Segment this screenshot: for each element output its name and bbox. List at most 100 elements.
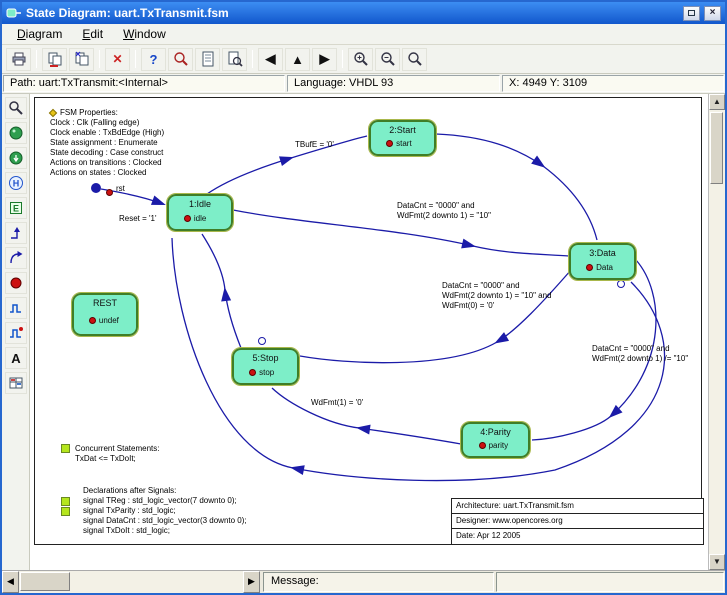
scroll-left-button[interactable]: ◀ bbox=[2, 571, 19, 593]
print-button[interactable] bbox=[6, 48, 31, 71]
state-action-dot bbox=[89, 317, 96, 324]
state-parity[interactable]: 4:Parityparity bbox=[461, 422, 530, 458]
declarations-lines: signal TReg : std_logic_vector(7 downto … bbox=[83, 496, 247, 536]
zoom-in-button[interactable] bbox=[348, 48, 373, 71]
text-line: State assignment : Enumerate bbox=[50, 138, 164, 148]
transition-label[interactable]: DataCnt = "0000" and WdFmt(2 downto 1) =… bbox=[397, 201, 491, 221]
scroll-down-button[interactable]: ▼ bbox=[709, 554, 725, 570]
transition-tool-button[interactable] bbox=[5, 222, 27, 244]
hierarchical-state-tool-button[interactable]: H bbox=[5, 172, 27, 194]
menu-diagram[interactable]: Diagram bbox=[8, 25, 71, 43]
text-tool-button[interactable]: A bbox=[5, 347, 27, 369]
state-action-label: stop bbox=[259, 368, 274, 377]
window-title: State Diagram: uart.TxTransmit.fsm bbox=[26, 6, 679, 20]
start-state-tool-button[interactable] bbox=[5, 147, 27, 169]
report-button[interactable] bbox=[195, 48, 220, 71]
help-button[interactable]: ? bbox=[141, 48, 166, 71]
find-icon bbox=[173, 51, 189, 67]
arrowhead bbox=[279, 152, 295, 166]
toolbar-separator bbox=[99, 50, 100, 68]
scroll-right-button[interactable]: ▶ bbox=[243, 571, 260, 593]
state-data[interactable]: 3:DataData bbox=[569, 243, 636, 280]
arc-transition-tool-icon bbox=[8, 250, 24, 266]
delete-button[interactable]: ✕ bbox=[105, 48, 130, 71]
report-icon bbox=[200, 51, 216, 67]
transition-label[interactable]: DataCnt = "0000" and WdFmt(2 downto 1) /… bbox=[592, 344, 688, 364]
table-tool-button[interactable] bbox=[5, 372, 27, 394]
find-button[interactable] bbox=[168, 48, 193, 71]
initial-state-dot[interactable] bbox=[91, 183, 101, 193]
scroll-up-button[interactable]: ▲ bbox=[709, 94, 725, 110]
horizontal-scroll-track[interactable] bbox=[19, 571, 243, 593]
state-action: idle bbox=[184, 214, 206, 223]
preview-button[interactable] bbox=[222, 48, 247, 71]
transition-label[interactable]: WdFmt(1) = '0' bbox=[311, 398, 363, 408]
reset-action-label: rst bbox=[116, 184, 125, 194]
concurrent-title: Concurrent Statements: bbox=[75, 444, 159, 454]
text-line: signal DataCnt : std_logic_vector(3 down… bbox=[83, 516, 247, 526]
close-button[interactable]: × bbox=[704, 6, 721, 21]
end-state-tool-icon: E bbox=[8, 200, 24, 216]
state-start[interactable]: 2:Startstart bbox=[369, 120, 436, 156]
wave-tool-button[interactable] bbox=[5, 297, 27, 319]
action-tool-button[interactable] bbox=[5, 272, 27, 294]
state-stop[interactable]: 5:Stopstop bbox=[232, 348, 299, 385]
maximize-button[interactable] bbox=[683, 6, 700, 21]
concurrent-statements-block[interactable]: Concurrent Statements: TxDat <= TxDoIt; bbox=[75, 444, 159, 464]
zoom-fit-button[interactable] bbox=[402, 48, 427, 71]
diagram-canvas[interactable]: FSM Properties: Clock : Clk (Falling edg… bbox=[30, 94, 708, 570]
vertical-scroll-track[interactable] bbox=[709, 110, 725, 554]
zoom-out-button[interactable] bbox=[375, 48, 400, 71]
state-action-dot bbox=[586, 264, 593, 271]
zoom-tool-button[interactable] bbox=[5, 97, 27, 119]
nav-back-icon: ◀ bbox=[266, 51, 276, 67]
vertical-scrollbar[interactable]: ▲ ▼ bbox=[708, 94, 725, 570]
transition-label[interactable]: TBufE = '0' bbox=[295, 140, 334, 150]
start-state-tool-icon bbox=[8, 150, 24, 166]
state-rest[interactable]: RESTundef bbox=[72, 293, 138, 336]
export-button[interactable] bbox=[42, 48, 67, 71]
horizontal-scrollbar[interactable]: ◀ ▶ bbox=[2, 571, 260, 593]
vertical-scroll-thumb[interactable] bbox=[710, 112, 723, 184]
toolbar-separator bbox=[135, 50, 136, 68]
nav-forward-button[interactable]: ▶ bbox=[312, 48, 337, 71]
transition-joint bbox=[259, 338, 266, 345]
state-action-dot bbox=[249, 369, 256, 376]
zoom-in-icon bbox=[353, 51, 369, 67]
export-icon bbox=[47, 51, 63, 67]
nav-back-button[interactable]: ◀ bbox=[258, 48, 283, 71]
hierarchical-state-tool-icon: H bbox=[8, 175, 24, 191]
state-idle[interactable]: 1:Idle idle bbox=[167, 194, 233, 231]
path-field: Path: uart:TxTransmit:<Internal> bbox=[3, 75, 285, 92]
state-tool-icon bbox=[8, 125, 24, 141]
menu-edit[interactable]: Edit bbox=[73, 25, 112, 43]
state-title: 1:Idle bbox=[169, 199, 231, 209]
arrowhead bbox=[492, 332, 509, 348]
end-state-tool-button[interactable]: E bbox=[5, 197, 27, 219]
svg-text:E: E bbox=[12, 204, 18, 214]
declarations-block[interactable]: Declarations after Signals: signal TReg … bbox=[83, 486, 247, 536]
menu-window[interactable]: Window bbox=[114, 25, 175, 43]
arrowhead bbox=[531, 155, 548, 171]
arc-transition-tool-button[interactable] bbox=[5, 247, 27, 269]
transition-label[interactable]: Reset = '1' bbox=[119, 214, 157, 224]
window-icon bbox=[6, 6, 22, 20]
message-panel: Message: bbox=[263, 572, 494, 592]
bottom-bar: ◀ ▶ Message: bbox=[2, 570, 725, 593]
fsm-properties-block[interactable]: FSM Properties: Clock : Clk (Falling edg… bbox=[50, 108, 164, 178]
architecture-info-box[interactable]: Architecture: uart.TxTransmit.fsmDesigne… bbox=[451, 498, 704, 545]
horizontal-scroll-thumb[interactable] bbox=[20, 572, 70, 591]
text-line: Actions on transitions : Clocked bbox=[50, 158, 164, 168]
zoom-fit-icon bbox=[407, 51, 423, 67]
state-tool-button[interactable] bbox=[5, 122, 27, 144]
state-action-label: Data bbox=[596, 263, 613, 272]
import-button[interactable] bbox=[69, 48, 94, 71]
nav-up-button[interactable]: ▲ bbox=[285, 48, 310, 71]
state-action: parity bbox=[479, 441, 509, 450]
transition-tool-icon bbox=[8, 225, 24, 241]
transition-label[interactable]: DataCnt = "0000" and WdFmt(2 downto 1) =… bbox=[442, 281, 552, 311]
import-icon bbox=[74, 51, 90, 67]
arrowhead bbox=[289, 463, 305, 475]
text-line: Designer: www.opencores.org bbox=[452, 514, 703, 529]
clocked-wave-tool-button[interactable] bbox=[5, 322, 27, 344]
